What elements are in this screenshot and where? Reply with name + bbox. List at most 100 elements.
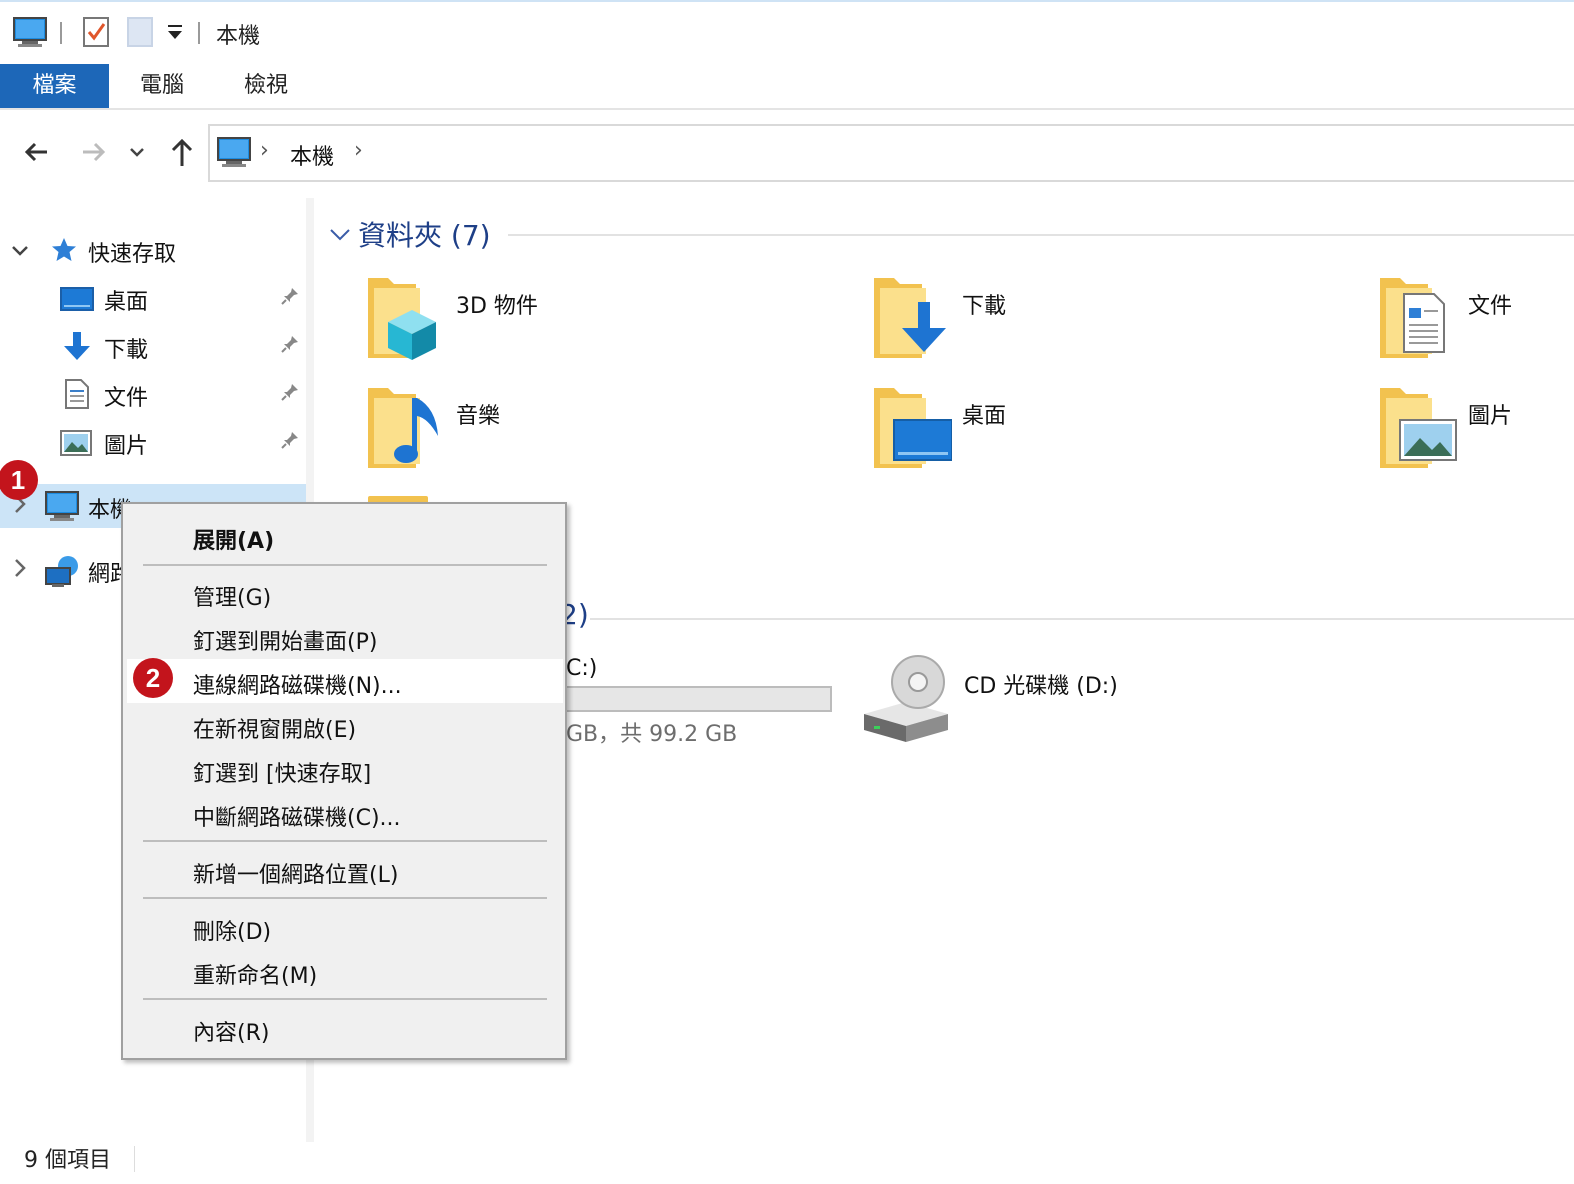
tab-file[interactable]: 檔案	[0, 64, 109, 108]
folders-group-header[interactable]: 資料夾 (7)	[358, 214, 491, 254]
menu-item-label: 管理(G)	[193, 586, 272, 611]
menu-item-label: 釘選到開始畫面(P)	[193, 630, 378, 655]
menu-item-pin-to-start[interactable]: 釘選到開始畫面(P)	[127, 615, 563, 659]
breadcrumb-this-pc[interactable]: 本機	[290, 139, 334, 171]
folder-name: 音樂	[456, 404, 501, 429]
menu-item-label: 中斷網路磁碟機(C)...	[193, 806, 401, 831]
tab-view[interactable]: 檢視	[214, 64, 318, 108]
menu-separator	[143, 897, 547, 899]
sidebar-item-label: 文件	[104, 386, 149, 411]
navigation-row: › 本機 ›	[0, 122, 1574, 184]
menu-item-label: 連線網路磁碟機(N)...	[193, 674, 402, 699]
menu-item-label: 新增一個網路位置(L)	[193, 863, 399, 888]
chevron-down-icon[interactable]	[10, 234, 30, 266]
menu-item-disconnect-network-drive[interactable]: 中斷網路磁碟機(C)...	[127, 791, 563, 835]
folder-name: 下載	[962, 294, 1007, 319]
network-icon	[44, 554, 80, 592]
status-separator	[134, 1146, 135, 1172]
address-bar[interactable]: › 本機 ›	[208, 124, 1574, 182]
menu-separator	[143, 840, 547, 842]
customize-toolbar-dropdown-icon[interactable]	[166, 22, 184, 42]
sidebar-item-documents[interactable]: 文件	[0, 372, 308, 416]
folder-3d-objects[interactable]: 3D 物件	[366, 274, 666, 370]
downloads-folder-icon	[872, 274, 952, 366]
breadcrumb-chevron-icon[interactable]: ›	[260, 138, 269, 163]
forward-arrow-icon[interactable]	[74, 130, 114, 174]
folder-name: 桌面	[962, 404, 1007, 429]
group-divider	[590, 618, 1574, 620]
file-explorer-window: 本機 檔案 電腦 檢視 › 本機 › 快速存取 桌面 下載 文件 圖片 本機 網…	[0, 0, 1574, 1184]
drive-c-free-space: GB，共 99.2 GB	[566, 722, 738, 747]
new-folder-icon[interactable]	[126, 16, 154, 48]
sidebar-item-pictures[interactable]: 圖片	[0, 420, 308, 464]
menu-item-open-new-window[interactable]: 在新視窗開啟(E)	[127, 703, 563, 747]
sidebar-item-label: 快速存取	[88, 242, 177, 267]
pictures-folder-icon	[1378, 384, 1458, 476]
desktop-icon	[60, 286, 94, 316]
menu-separator	[143, 564, 547, 566]
menu-item-label: 重新命名(M)	[193, 964, 318, 989]
breadcrumb-chevron-icon[interactable]: ›	[354, 138, 363, 163]
sidebar-item-quick-access[interactable]: 快速存取	[0, 228, 308, 272]
computer-icon[interactable]	[12, 16, 48, 48]
up-arrow-icon[interactable]	[162, 130, 202, 174]
back-arrow-icon[interactable]	[16, 130, 56, 174]
menu-item-label: 釘選到 [快速存取]	[193, 762, 372, 787]
sidebar-item-desktop[interactable]: 桌面	[0, 276, 308, 320]
music-folder-icon	[366, 384, 446, 476]
chevron-right-icon[interactable]	[10, 556, 30, 586]
item-count: 9 個項目	[24, 1148, 111, 1173]
folder-desktop[interactable]: 桌面	[872, 384, 1172, 480]
pin-icon[interactable]	[280, 382, 300, 407]
menu-item-delete[interactable]: 刪除(D)	[127, 905, 563, 949]
menu-item-label: 展開(A)	[193, 529, 275, 554]
menu-item-label: 內容(R)	[193, 1021, 270, 1046]
menu-item-rename[interactable]: 重新命名(M)	[127, 949, 563, 993]
folder-documents[interactable]: 文件	[1378, 274, 1574, 370]
menu-separator	[143, 998, 547, 1000]
menu-item-expand[interactable]: 展開(A)	[127, 514, 563, 558]
recent-locations-chevron-icon[interactable]	[122, 130, 152, 174]
menu-item-add-network-location[interactable]: 新增一個網路位置(L)	[127, 848, 563, 892]
drive-c-name[interactable]: C:)	[566, 656, 597, 681]
chevron-down-icon[interactable]	[328, 222, 352, 250]
pin-icon[interactable]	[280, 430, 300, 455]
ribbon-tabs: 檔案 電腦 檢視	[0, 64, 1574, 110]
pin-icon[interactable]	[280, 286, 300, 311]
drive-d[interactable]: CD 光碟機 (D:)	[860, 654, 1220, 750]
download-arrow-icon	[62, 330, 92, 366]
cd-drive-icon	[860, 654, 952, 748]
picture-icon	[60, 430, 92, 460]
computer-icon	[216, 136, 252, 170]
3d-objects-folder-icon	[366, 274, 446, 366]
drive-d-name: CD 光碟機 (D:)	[964, 674, 1118, 699]
folder-name: 圖片	[1468, 404, 1513, 429]
sidebar-item-downloads[interactable]: 下載	[0, 324, 308, 368]
drive-c-usage-bar	[564, 686, 832, 712]
menu-item-pin-quick-access[interactable]: 釘選到 [快速存取]	[127, 747, 563, 791]
title-separator	[198, 22, 200, 44]
title-bar: 本機	[0, 2, 1574, 62]
window-title: 本機	[216, 24, 261, 49]
folder-downloads[interactable]: 下載	[872, 274, 1172, 370]
menu-item-label: 刪除(D)	[193, 920, 272, 945]
menu-item-label: 在新視窗開啟(E)	[193, 718, 357, 743]
tab-computer[interactable]: 電腦	[110, 64, 214, 108]
group-divider	[508, 234, 1574, 236]
documents-folder-icon	[1378, 274, 1458, 366]
properties-checklist-icon[interactable]	[82, 14, 110, 48]
folder-name: 3D 物件	[456, 294, 538, 319]
desktop-folder-icon	[872, 384, 953, 476]
pin-icon[interactable]	[280, 334, 300, 359]
menu-item-manage[interactable]: 管理(G)	[127, 571, 563, 615]
folder-pictures[interactable]: 圖片	[1378, 384, 1574, 480]
menu-item-map-network-drive[interactable]: 連線網路磁碟機(N)...	[127, 659, 563, 703]
sidebar-item-label: 下載	[104, 338, 149, 363]
sidebar-item-label: 桌面	[104, 290, 149, 315]
menu-item-properties[interactable]: 內容(R)	[127, 1006, 563, 1050]
sidebar-item-label: 圖片	[104, 434, 149, 459]
folder-music[interactable]: 音樂	[366, 384, 666, 480]
quick-access-separator	[60, 22, 62, 44]
computer-icon	[44, 490, 80, 528]
folder-name: 文件	[1468, 294, 1513, 319]
